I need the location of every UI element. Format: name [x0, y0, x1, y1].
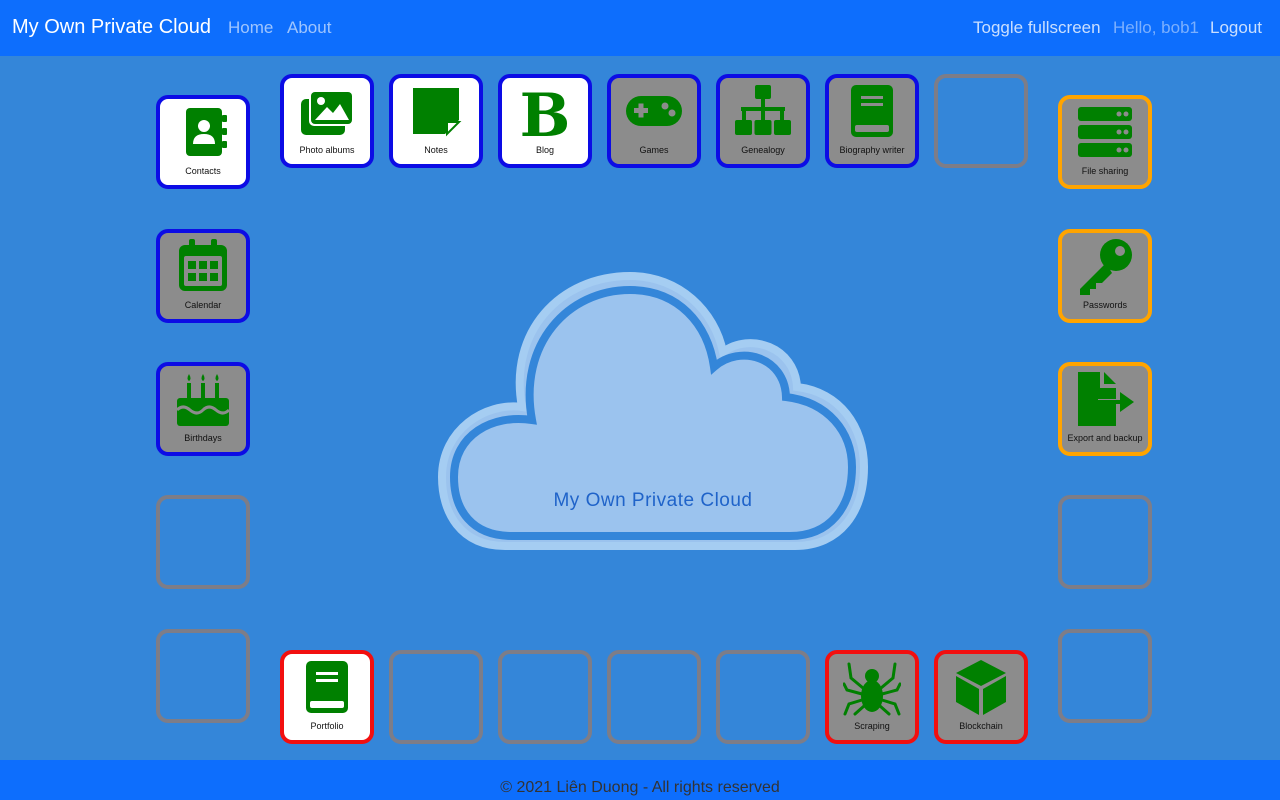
navbar: My Own Private Cloud Home About Toggle f…: [0, 0, 1280, 56]
app-tile-notes[interactable]: Notes: [389, 74, 483, 168]
book-icon: [306, 661, 348, 713]
center-cloud: My Own Private Cloud: [430, 262, 880, 562]
images-icon: [301, 90, 354, 135]
empty-slot[interactable]: [498, 650, 592, 744]
app-label: Blockchain: [959, 721, 1003, 731]
empty-slot[interactable]: [1058, 495, 1152, 589]
app-tile-genealogy[interactable]: Genealogy: [716, 74, 810, 168]
spider-icon: [843, 662, 901, 716]
app-label: Calendar: [184, 300, 222, 310]
app-tile-blog[interactable]: B Blog: [498, 74, 592, 168]
empty-slot[interactable]: [389, 650, 483, 744]
empty-slot[interactable]: [156, 629, 250, 723]
app-tile-biography-writer[interactable]: Biography writer: [825, 74, 919, 168]
app-tile-birthdays[interactable]: Birthdays: [156, 362, 250, 456]
gamepad-icon: [626, 96, 682, 126]
cube-icon: [956, 660, 1006, 715]
app-tile-passwords[interactable]: Passwords: [1058, 229, 1152, 323]
empty-slot[interactable]: [934, 74, 1028, 168]
empty-slot[interactable]: [607, 650, 701, 744]
empty-slot[interactable]: [156, 495, 250, 589]
nav-link-about[interactable]: About: [287, 18, 331, 38]
app-label: Photo albums: [299, 145, 355, 155]
app-label: Scraping: [854, 721, 890, 731]
app-tile-photo-albums[interactable]: Photo albums: [280, 74, 374, 168]
app-tile-portfolio[interactable]: Portfolio: [280, 650, 374, 744]
app-tile-export-backup[interactable]: Export and backup: [1058, 362, 1152, 456]
address-book-icon: [186, 108, 227, 156]
app-label: Genealogy: [741, 145, 785, 155]
nav-link-home[interactable]: Home: [228, 18, 273, 38]
logout-link[interactable]: Logout: [1210, 18, 1262, 38]
app-tile-scraping[interactable]: Scraping: [825, 650, 919, 744]
birthday-cake-icon: [175, 374, 231, 426]
footer: © 2021 Liên Duong - All rights reserved: [0, 760, 1280, 800]
app-label: Contacts: [185, 166, 221, 176]
empty-slot[interactable]: [1058, 629, 1152, 723]
sitemap-icon: [735, 85, 791, 135]
app-label: Portfolio: [310, 721, 344, 731]
app-tile-blockchain[interactable]: Blockchain: [934, 650, 1028, 744]
file-export-icon: [1078, 372, 1134, 426]
app-tile-calendar[interactable]: Calendar: [156, 229, 250, 323]
calendar-icon: [179, 239, 227, 291]
cloud-icon: [437, 271, 869, 550]
app-tile-games[interactable]: Games: [607, 74, 701, 168]
bold-b-icon: B: [520, 82, 571, 140]
app-label: Notes: [424, 145, 448, 155]
app-label: Export and backup: [1067, 433, 1143, 443]
user-greeting: Hello, bob1: [1113, 18, 1200, 37]
app-label: File sharing: [1081, 166, 1129, 176]
empty-slot[interactable]: [716, 650, 810, 744]
app-tile-file-sharing[interactable]: File sharing: [1058, 95, 1152, 189]
cloud-title: My Own Private Cloud: [553, 490, 753, 511]
copyright-text: © 2021 Liên Duong - All rights reserved: [500, 779, 780, 796]
book-icon: [851, 85, 893, 137]
brand-title[interactable]: My Own Private Cloud: [12, 16, 211, 39]
app-tile-contacts[interactable]: Contacts: [156, 95, 250, 189]
app-label: Biography writer: [839, 145, 905, 155]
sticky-note-icon: [413, 88, 462, 137]
app-label: Games: [639, 145, 669, 155]
server-icon: [1078, 107, 1132, 157]
app-label: Blog: [535, 145, 554, 155]
key-icon: [1080, 239, 1132, 295]
app-label: Passwords: [1082, 300, 1127, 310]
toggle-fullscreen-link[interactable]: Toggle fullscreen: [973, 18, 1101, 38]
svg-text:B: B: [520, 82, 571, 140]
app-label: Birthdays: [184, 433, 222, 443]
